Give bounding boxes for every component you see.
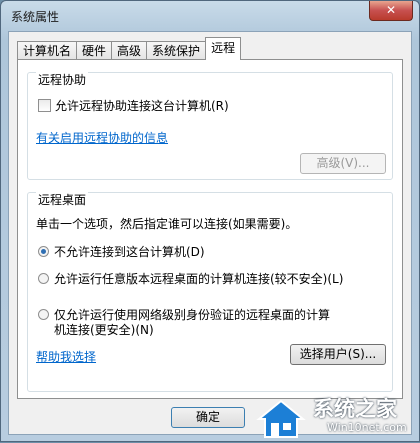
radio-allow-any-version-label[interactable]: 允许运行任意版本远程桌面的计算机连接(较不安全)(L) [54, 270, 343, 287]
allow-remote-assistance-label[interactable]: 允许远程协助连接这台计算机(R) [55, 97, 229, 114]
tab-hardware[interactable]: 硬件 [76, 41, 113, 60]
remote-assistance-info-link[interactable]: 有关启用远程协助的信息 [36, 129, 168, 146]
allow-remote-assistance-checkbox[interactable] [38, 99, 51, 112]
radio-allow-any-version[interactable] [38, 273, 49, 284]
window-title: 系统属性 [11, 10, 60, 24]
dialog-client: 计算机名 硬件 高级 系统保护 远程 远程协助 允许远程协助连接这台计算机(R)… [8, 31, 412, 435]
radio-dont-allow[interactable] [38, 246, 49, 257]
tab-computer-name[interactable]: 计算机名 [17, 41, 78, 60]
tab-system-protection[interactable]: 系统保护 [146, 41, 207, 60]
help-me-choose-link[interactable]: 帮助我选择 [36, 348, 96, 365]
system-properties-window: 系统属性 ✕ 计算机名 硬件 高级 系统保护 远程 远程协助 允许远程协助连接这… [0, 0, 420, 442]
house-logo-icon [256, 399, 306, 438]
watermark-brand: 系统之家 [313, 397, 397, 421]
tab-strip: 计算机名 硬件 高级 系统保护 远程 [17, 37, 242, 60]
watermark-url: Win10net.com [327, 421, 407, 434]
remote-desktop-title: 远程桌面 [36, 191, 89, 208]
tab-advanced[interactable]: 高级 [111, 41, 148, 60]
remote-tab-panel: 远程协助 允许远程协助连接这台计算机(R) 有关启用远程协助的信息 高级(V).… [17, 59, 403, 399]
remote-assistance-title: 远程协助 [36, 71, 89, 88]
site-watermark: 系统之家 Win10net.com [251, 391, 420, 443]
close-button[interactable]: ✕ [369, 1, 413, 21]
remote-desktop-group: 远程桌面 单击一个选项，然后指定谁可以连接(如果需要)。 不允许连接到这台计算机… [27, 191, 393, 392]
tab-remote[interactable]: 远程 [205, 37, 242, 60]
radio-dont-allow-label[interactable]: 不允许连接到这台计算机(D) [54, 243, 205, 260]
ok-button[interactable]: 确定 [171, 407, 245, 428]
remote-assistance-group: 远程协助 允许远程协助连接这台计算机(R) 有关启用远程协助的信息 高级(V).… [27, 71, 393, 180]
remote-desktop-instruction: 单击一个选项，然后指定谁可以连接(如果需要)。 [36, 217, 298, 231]
remote-assistance-advanced-button[interactable]: 高级(V)... [300, 153, 386, 174]
radio-allow-nla-only[interactable] [38, 309, 49, 320]
title-bar: 系统属性 ✕ [7, 1, 413, 25]
radio-allow-nla-line2[interactable]: 机连接(更安全)(N) [54, 321, 154, 338]
select-users-button[interactable]: 选择用户(S)... [290, 344, 386, 365]
